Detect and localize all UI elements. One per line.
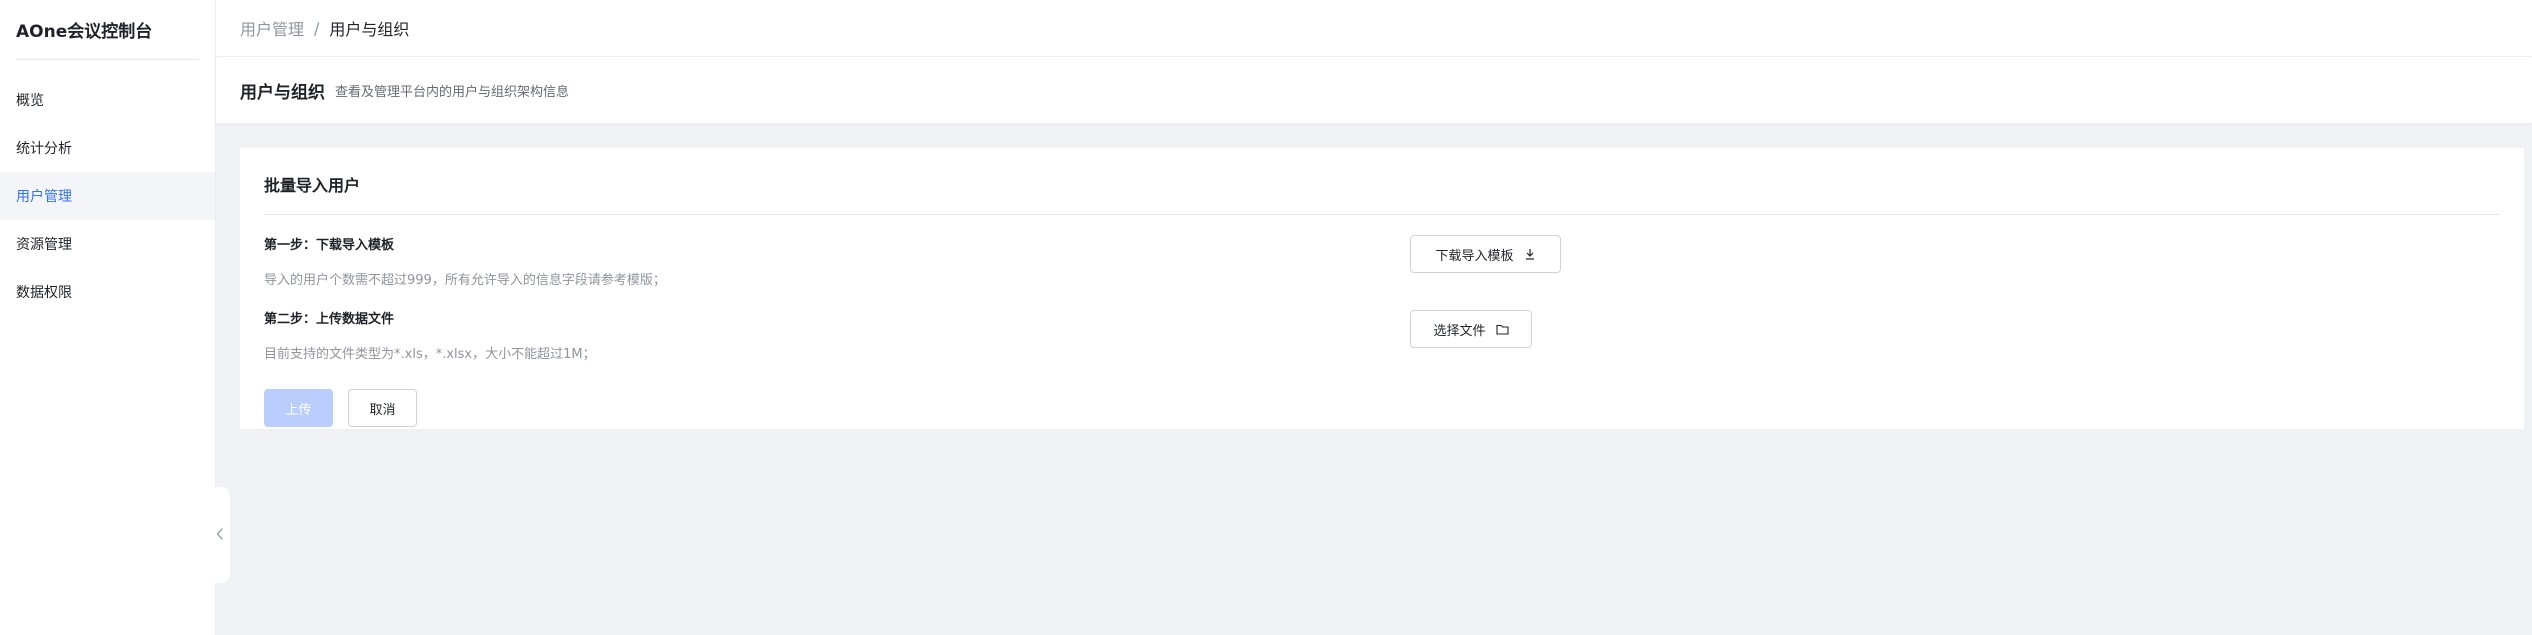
sidebar-collapse-toggle[interactable]: [210, 487, 230, 583]
sidebar-item-user-management[interactable]: 用户管理: [0, 172, 215, 220]
breadcrumb-separator: /: [314, 18, 320, 38]
sidebar-item-label: 用户管理: [16, 189, 72, 205]
card-divider: [264, 214, 2500, 215]
import-card: 批量导入用户 第一步：下载导入模板 导入的用户个数需不超过999，所有允许导入的…: [240, 148, 2524, 429]
download-template-button-label: 下载导入模板: [1435, 248, 1514, 264]
page-description: 查看及管理平台内的用户与组织架构信息: [335, 84, 570, 100]
sidebar-item-overview[interactable]: 概览: [0, 76, 215, 124]
step2-title: 第二步：上传数据文件: [264, 312, 395, 327]
sidebar-item-label: 统计分析: [16, 141, 72, 157]
choose-file-button-label: 选择文件: [1433, 323, 1486, 339]
sidebar-nav: 概览 统计分析 用户管理 资源管理 数据权限: [0, 76, 215, 316]
page-title: 用户与组织: [240, 82, 325, 103]
sidebar-item-resource-management[interactable]: 资源管理: [0, 220, 215, 268]
download-icon: [1524, 248, 1536, 260]
upload-button[interactable]: 上传: [264, 389, 333, 427]
page-header: 用户与组织 查看及管理平台内的用户与组织架构信息: [216, 57, 2532, 123]
sidebar-item-label: 资源管理: [16, 237, 72, 253]
import-card-title: 批量导入用户: [264, 176, 361, 195]
breadcrumb: 用户管理 / 用户与组织: [216, 0, 2532, 57]
chevron-left-icon: [216, 526, 224, 545]
sidebar-item-data-permissions[interactable]: 数据权限: [0, 268, 215, 316]
app-logo: AOne会议控制台: [16, 0, 199, 60]
breadcrumb-item-user-management[interactable]: 用户管理: [240, 16, 304, 40]
breadcrumb-item-users-and-orgs: 用户与组织: [329, 20, 410, 39]
step2-description: 目前支持的文件类型为*.xls，*.xlsx，大小不能超过1M；: [264, 347, 596, 362]
choose-file-button[interactable]: 选择文件: [1410, 310, 1532, 348]
sidebar: AOne会议控制台 概览 统计分析 用户管理 资源管理 数据权限: [0, 0, 216, 635]
cancel-button[interactable]: 取消: [348, 389, 417, 427]
step1-description: 导入的用户个数需不超过999，所有允许导入的信息字段请参考模版；: [264, 273, 666, 288]
download-template-button[interactable]: 下载导入模板: [1410, 235, 1561, 273]
step1-title: 第一步：下载导入模板: [264, 238, 395, 253]
folder-icon: [1495, 324, 1509, 335]
sidebar-item-label: 数据权限: [16, 285, 72, 301]
sidebar-item-statistics[interactable]: 统计分析: [0, 124, 215, 172]
sidebar-item-label: 概览: [16, 93, 44, 109]
app-root: AOne会议控制台 概览 统计分析 用户管理 资源管理 数据权限 用户管理 / …: [0, 0, 2532, 635]
main-content: 用户管理 / 用户与组织 用户与组织 查看及管理平台内的用户与组织架构信息 批量…: [216, 0, 2532, 635]
